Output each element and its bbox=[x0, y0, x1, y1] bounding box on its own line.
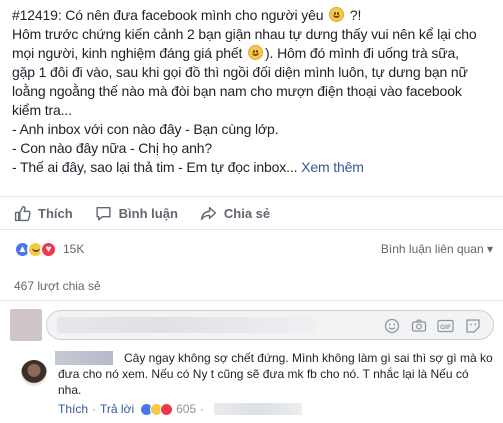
gif-icon[interactable]: GIF bbox=[437, 317, 454, 334]
comment-composer: GIF bbox=[10, 309, 494, 341]
post-line: kiểm tra... bbox=[12, 102, 72, 118]
comment-sort-dropdown[interactable]: Bình luận liên quan ▾ bbox=[381, 242, 493, 256]
reaction-count[interactable]: 15K bbox=[63, 242, 84, 256]
reactions-row: ▲ ♥ 15K Bình luận liên quan ▾ bbox=[0, 233, 503, 265]
post-line-text: mọi người, kinh nghiệm đáng giá phết bbox=[12, 45, 243, 61]
love-reaction-icon[interactable]: ♥ bbox=[40, 240, 57, 258]
avatar bbox=[10, 309, 42, 341]
post-line-text: - Thế ai đây, sao lại thả tim - Em tự đọ… bbox=[12, 159, 298, 175]
camera-icon[interactable] bbox=[410, 317, 427, 334]
post-line-end: ). bbox=[265, 45, 274, 61]
smiling-emoji-icon bbox=[248, 45, 264, 60]
comment-text: Cây ngay không sợ chết đứng. Mình không … bbox=[58, 350, 494, 398]
share-label: Chia sẻ bbox=[223, 205, 271, 221]
share-button[interactable]: Chia sẻ bbox=[200, 205, 270, 222]
like-label: Thích bbox=[38, 205, 73, 221]
post-line: loằng ngoằng thế nào mà đòi bạn nam cho … bbox=[12, 83, 462, 99]
post-body: #12419: Có nên đưa facebook mình cho ngư… bbox=[12, 6, 494, 177]
speech-bubble-icon bbox=[96, 206, 111, 221]
commenter-avatar[interactable] bbox=[21, 360, 47, 386]
comment-label: Bình luận bbox=[118, 205, 178, 221]
divider bbox=[0, 300, 503, 301]
comment-meta: Thích · Trả lời 605 · bbox=[58, 402, 303, 416]
blurred-timestamp bbox=[214, 403, 303, 415]
post-line-last: - Thế ai đây, sao lại thả tim - Em tự đọ… bbox=[12, 158, 494, 177]
share-arrow-icon bbox=[200, 206, 216, 220]
see-more-link[interactable]: Xem thêm bbox=[301, 159, 364, 175]
comment-reactions[interactable]: 605 bbox=[140, 402, 196, 416]
like-button[interactable]: Thích bbox=[14, 205, 73, 222]
separator: · bbox=[200, 402, 205, 416]
post-line: - Con nào đây nữa - Chị họ anh? bbox=[12, 140, 213, 156]
post-line: mọi người, kinh nghiệm đáng giá phết ). … bbox=[12, 44, 494, 63]
post-action-bar: Thích Bình luận Chia sẻ bbox=[0, 196, 503, 230]
comment-line: nha. bbox=[58, 383, 82, 397]
separator: · bbox=[92, 402, 97, 416]
comment-reply-button[interactable]: Trả lời bbox=[100, 402, 134, 416]
blurred-placeholder bbox=[57, 317, 317, 333]
comment-reaction-count: 605 bbox=[176, 402, 197, 416]
comment-input[interactable]: GIF bbox=[46, 310, 494, 340]
post-line: gặp 1 đôi đi vào, sau khi gọi đồ thì ngồ… bbox=[12, 64, 468, 80]
comment-button[interactable]: Bình luận bbox=[95, 205, 178, 222]
laughing-emoji-icon bbox=[329, 7, 345, 22]
love-reaction-icon bbox=[160, 402, 174, 416]
composer-icons: GIF bbox=[383, 317, 481, 334]
post-line: Hôm trước chứng kiến cảnh 2 bạn giận nha… bbox=[12, 26, 477, 42]
smiley-icon[interactable] bbox=[383, 317, 400, 334]
post-title: #12419: Có nên đưa facebook mình cho ngư… bbox=[12, 7, 324, 23]
post-line: - Anh inbox với con nào đây - Bạn cùng l… bbox=[12, 121, 279, 137]
share-count[interactable]: 467 lượt chia sẻ bbox=[14, 279, 101, 293]
thumbs-up-icon bbox=[14, 205, 31, 221]
sticker-icon[interactable] bbox=[464, 317, 481, 334]
comment-line: Cây ngay không sợ chết đứng. Mình không … bbox=[124, 351, 493, 365]
comment-like-button[interactable]: Thích bbox=[58, 402, 88, 416]
post-title-suffix: ?! bbox=[349, 7, 362, 23]
post-title-line: #12419: Có nên đưa facebook mình cho ngư… bbox=[12, 6, 494, 25]
comment-line: đưa cho nó xem. Nếu có Ny t cũng sẽ đưa … bbox=[58, 367, 469, 381]
svg-text:GIF: GIF bbox=[440, 324, 451, 331]
post-line-text: Hôm đó mình đi uống trà sữa, bbox=[277, 45, 459, 61]
